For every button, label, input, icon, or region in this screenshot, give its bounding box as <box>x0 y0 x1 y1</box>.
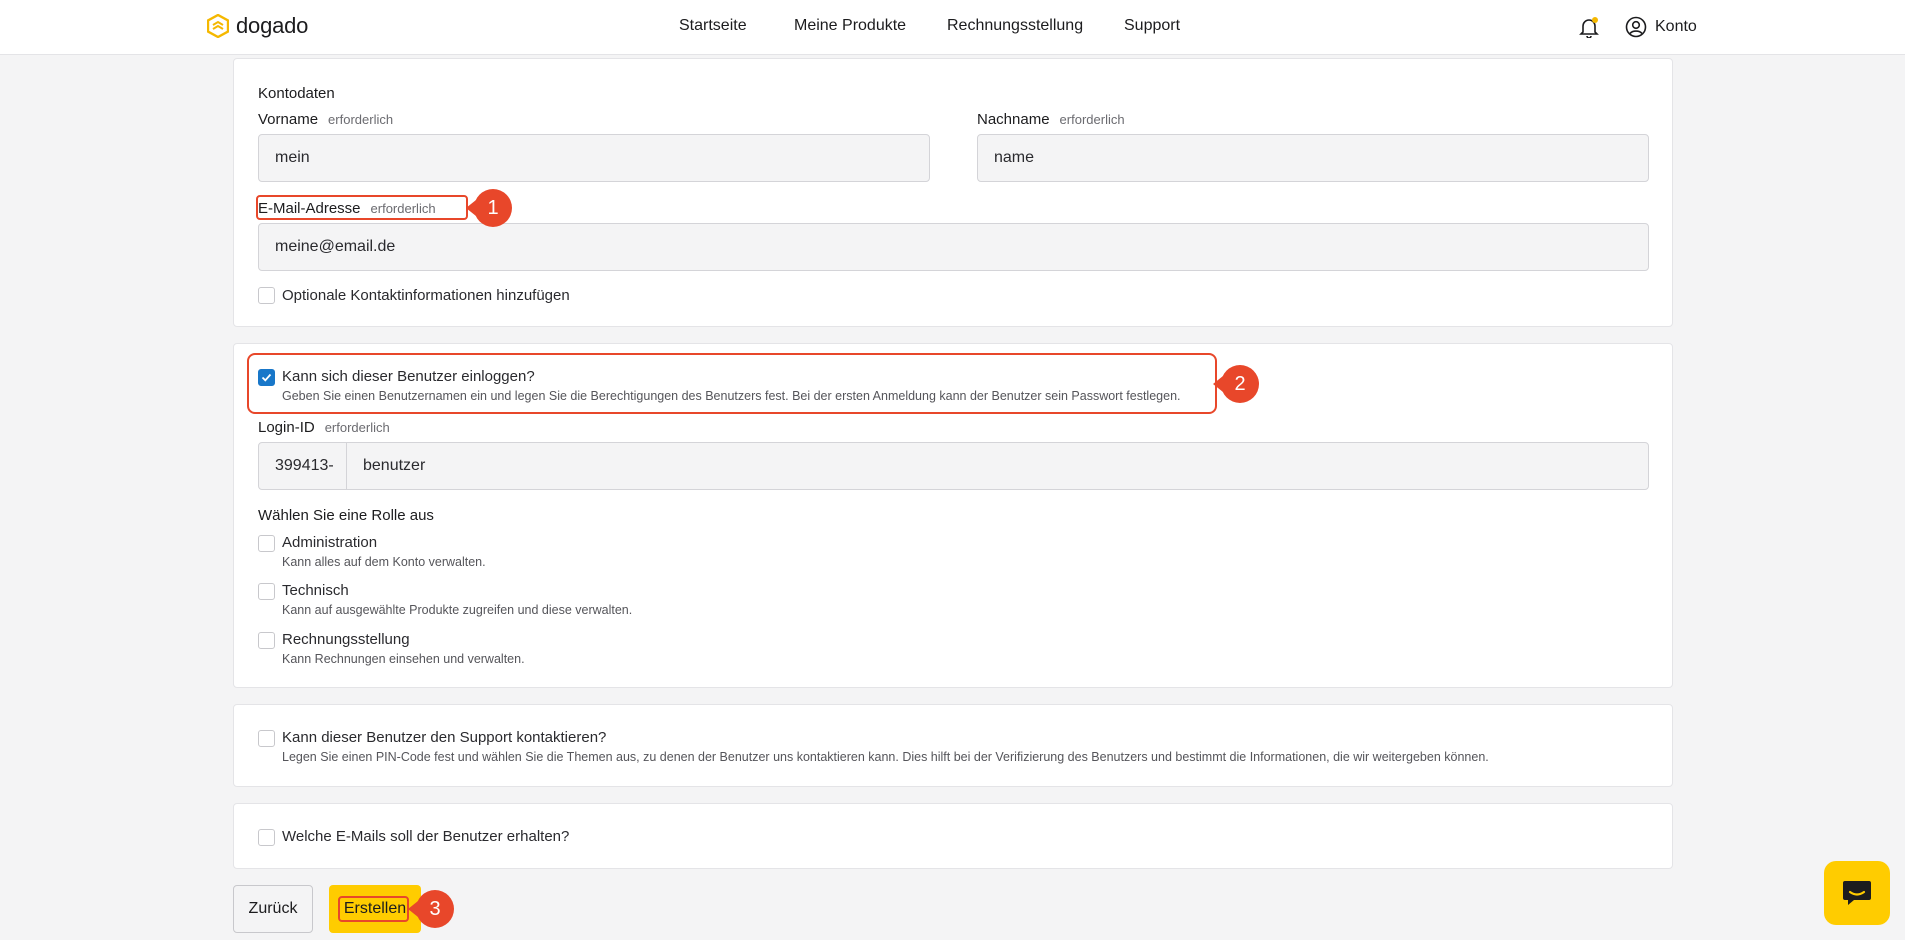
support-contact-checkbox[interactable] <box>258 730 275 747</box>
login-id-required: erforderlich <box>324 420 390 435</box>
optional-contact-label: Optionale Kontaktinformationen hinzufüge… <box>282 287 570 304</box>
role-technisch-description: Kann auf ausgewählte Produkte zugreifen … <box>282 603 633 617</box>
role-title: Wählen Sie eine Rolle aus <box>258 507 434 524</box>
nav-support[interactable]: Support <box>1124 17 1180 35</box>
firstname-input[interactable]: mein <box>258 134 930 182</box>
account-menu[interactable]: Konto <box>1625 16 1697 38</box>
emails-card: Welche E-Mails soll der Benutzer erhalte… <box>233 803 1673 869</box>
role-administration-checkbox[interactable] <box>258 535 275 552</box>
nav-meine-produkte[interactable]: Meine Produkte <box>794 17 906 35</box>
chat-widget-button[interactable] <box>1824 861 1890 925</box>
role-rechnungsstellung-label: Rechnungsstellung <box>282 631 410 648</box>
role-technisch-label: Technisch <box>282 582 349 599</box>
email-input[interactable]: meine@email.de <box>258 223 1649 271</box>
support-card: Kann dieser Benutzer den Support kontakt… <box>233 704 1673 787</box>
nav-rechnungsstellung[interactable]: Rechnungsstellung <box>947 17 1083 35</box>
optional-contact-checkbox[interactable] <box>258 287 275 304</box>
logo-text: dogado <box>236 13 309 38</box>
user-circle-icon <box>1625 16 1647 38</box>
role-rechnungsstellung-checkbox[interactable] <box>258 632 275 649</box>
annotation-badge-2: 2 <box>1213 365 1259 403</box>
role-technisch-checkbox[interactable] <box>258 583 275 600</box>
role-rechnungsstellung-description: Kann Rechnungen einsehen und verwalten. <box>282 652 525 666</box>
lastname-label-text: Nachname <box>977 111 1050 128</box>
lastname-input[interactable]: name <box>977 134 1649 182</box>
account-data-card: Kontodaten Vorname erforderlich mein Nac… <box>233 58 1673 327</box>
login-id-input[interactable]: benutzer <box>346 442 1649 490</box>
annotation-box-3 <box>338 896 409 922</box>
annotation-box-2 <box>247 353 1217 414</box>
emails-label: Welche E-Mails soll der Benutzer erhalte… <box>282 828 570 845</box>
firstname-label-text: Vorname <box>258 111 319 128</box>
annotation-box-1 <box>256 195 468 220</box>
lastname-label: Nachname erforderlich <box>977 111 1125 128</box>
support-contact-label: Kann dieser Benutzer den Support kontakt… <box>282 729 607 746</box>
back-button[interactable]: Zurück <box>233 885 313 933</box>
logo[interactable]: dogado <box>207 13 308 39</box>
emails-checkbox[interactable] <box>258 829 275 846</box>
login-id-label-text: Login-ID <box>258 419 315 436</box>
role-administration-label: Administration <box>282 534 378 551</box>
chat-bubble-icon <box>1843 881 1871 905</box>
login-id-prefix: 399413- <box>258 442 347 490</box>
support-contact-description: Legen Sie einen PIN-Code fest und wählen… <box>282 750 1489 764</box>
bell-icon <box>1579 17 1599 39</box>
firstname-required: erforderlich <box>328 112 394 127</box>
role-administration-description: Kann alles auf dem Konto verwalten. <box>282 555 486 569</box>
account-label: Konto <box>1655 18 1697 35</box>
top-header: dogado Startseite Meine Produkte Rechnun… <box>0 0 1905 55</box>
annotation-badge-1: 1 <box>466 189 512 227</box>
account-data-title: Kontodaten <box>258 85 335 102</box>
annotation-badge-3: 3 <box>408 890 454 928</box>
dogado-logo-icon <box>207 14 229 38</box>
nav-startseite[interactable]: Startseite <box>679 17 747 35</box>
login-id-label: Login-ID erforderlich <box>258 419 390 436</box>
firstname-label: Vorname erforderlich <box>258 111 393 128</box>
lastname-required: erforderlich <box>1059 112 1125 127</box>
notifications-button[interactable] <box>1578 16 1600 43</box>
